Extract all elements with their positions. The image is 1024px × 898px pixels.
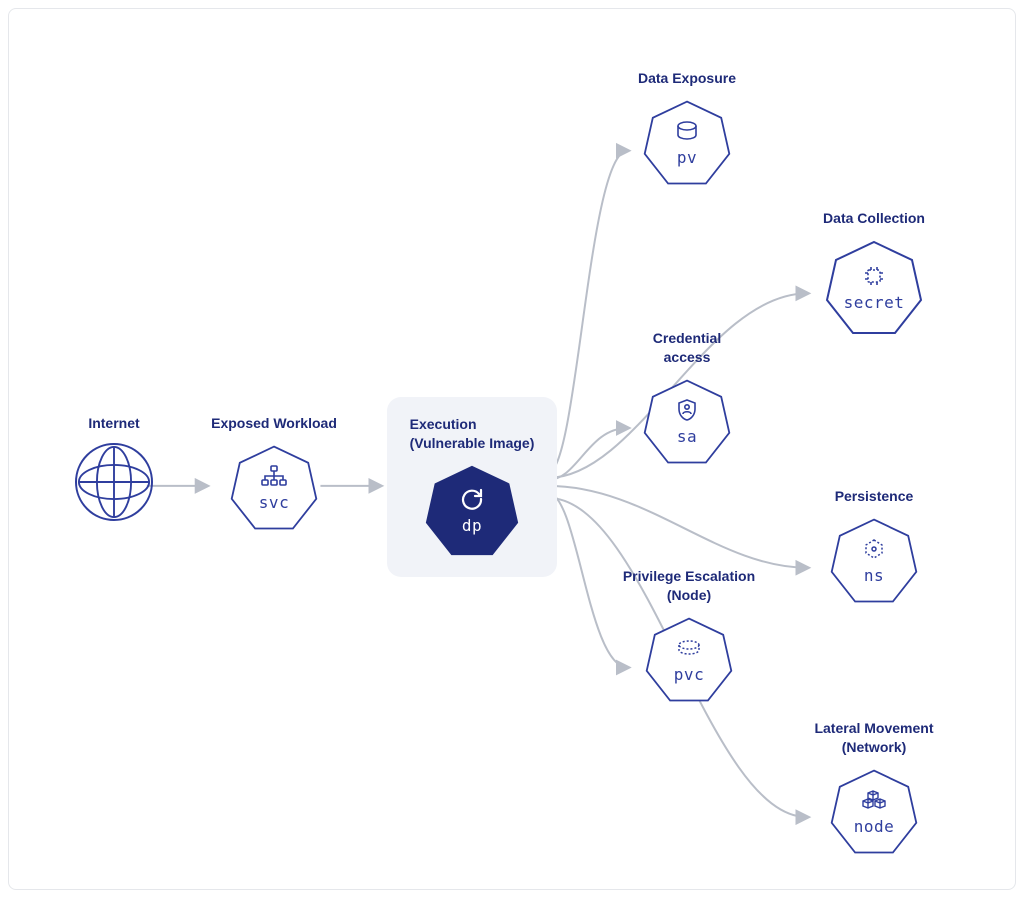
secret-short-label: secret: [844, 293, 905, 312]
node-data-exposure-label: Data Exposure: [638, 69, 736, 88]
ns-heptagon: ns: [829, 516, 919, 606]
refresh-icon: [459, 486, 485, 512]
shield-user-icon: [676, 397, 698, 423]
node-internet: Internet: [59, 414, 169, 521]
node-privilege-escalation-label: Privilege Escalation (Node): [623, 567, 755, 605]
node-exposed-workload: Exposed Workload svc: [199, 414, 349, 533]
svc-short-label: svc: [259, 493, 289, 512]
dp-heptagon: dp: [424, 463, 520, 559]
pv-heptagon: pv: [642, 98, 732, 188]
node-privilege-escalation: Privilege Escalation (Node) pvc: [599, 567, 779, 705]
node-credential-access-label: Credential access: [653, 329, 721, 367]
service-icon: [261, 463, 287, 489]
node-internet-label: Internet: [88, 414, 139, 433]
ns-short-label: ns: [864, 566, 884, 585]
diagram-canvas: Internet Exposed Workload: [8, 8, 1016, 890]
node-execution-label: Execution (Vulnerable Image): [410, 415, 535, 453]
node-data-exposure: Data Exposure pv: [617, 69, 757, 188]
node-persistence: Persistence ns: [799, 487, 949, 606]
node-heptagon: node: [829, 767, 919, 857]
node-data-collection: Data Collection secret: [799, 209, 949, 338]
node-data-collection-label: Data Collection: [823, 209, 925, 228]
node-lateral-movement: Lateral Movement (Network) node: [789, 719, 959, 857]
cubes-icon: [861, 787, 887, 813]
secret-heptagon: secret: [824, 238, 924, 338]
hexagon-icon: [863, 536, 885, 562]
sa-short-label: sa: [677, 427, 697, 446]
database-icon: [675, 118, 699, 144]
chip-icon: [862, 263, 886, 289]
globe-icon: [75, 443, 153, 521]
node-lateral-movement-label: Lateral Movement (Network): [814, 719, 933, 757]
node-exposed-workload-label: Exposed Workload: [211, 414, 337, 433]
node-short-label: node: [854, 817, 895, 836]
svc-heptagon: svc: [229, 443, 319, 533]
pv-short-label: pv: [677, 148, 697, 167]
pvc-heptagon: pvc: [644, 615, 734, 705]
sa-heptagon: sa: [642, 377, 732, 467]
node-credential-access: Credential access sa: [617, 329, 757, 467]
disk-icon: [676, 635, 702, 661]
pvc-short-label: pvc: [674, 665, 704, 684]
dp-short-label: dp: [462, 516, 482, 535]
node-persistence-label: Persistence: [835, 487, 914, 506]
node-execution: Execution (Vulnerable Image) dp: [387, 397, 557, 577]
